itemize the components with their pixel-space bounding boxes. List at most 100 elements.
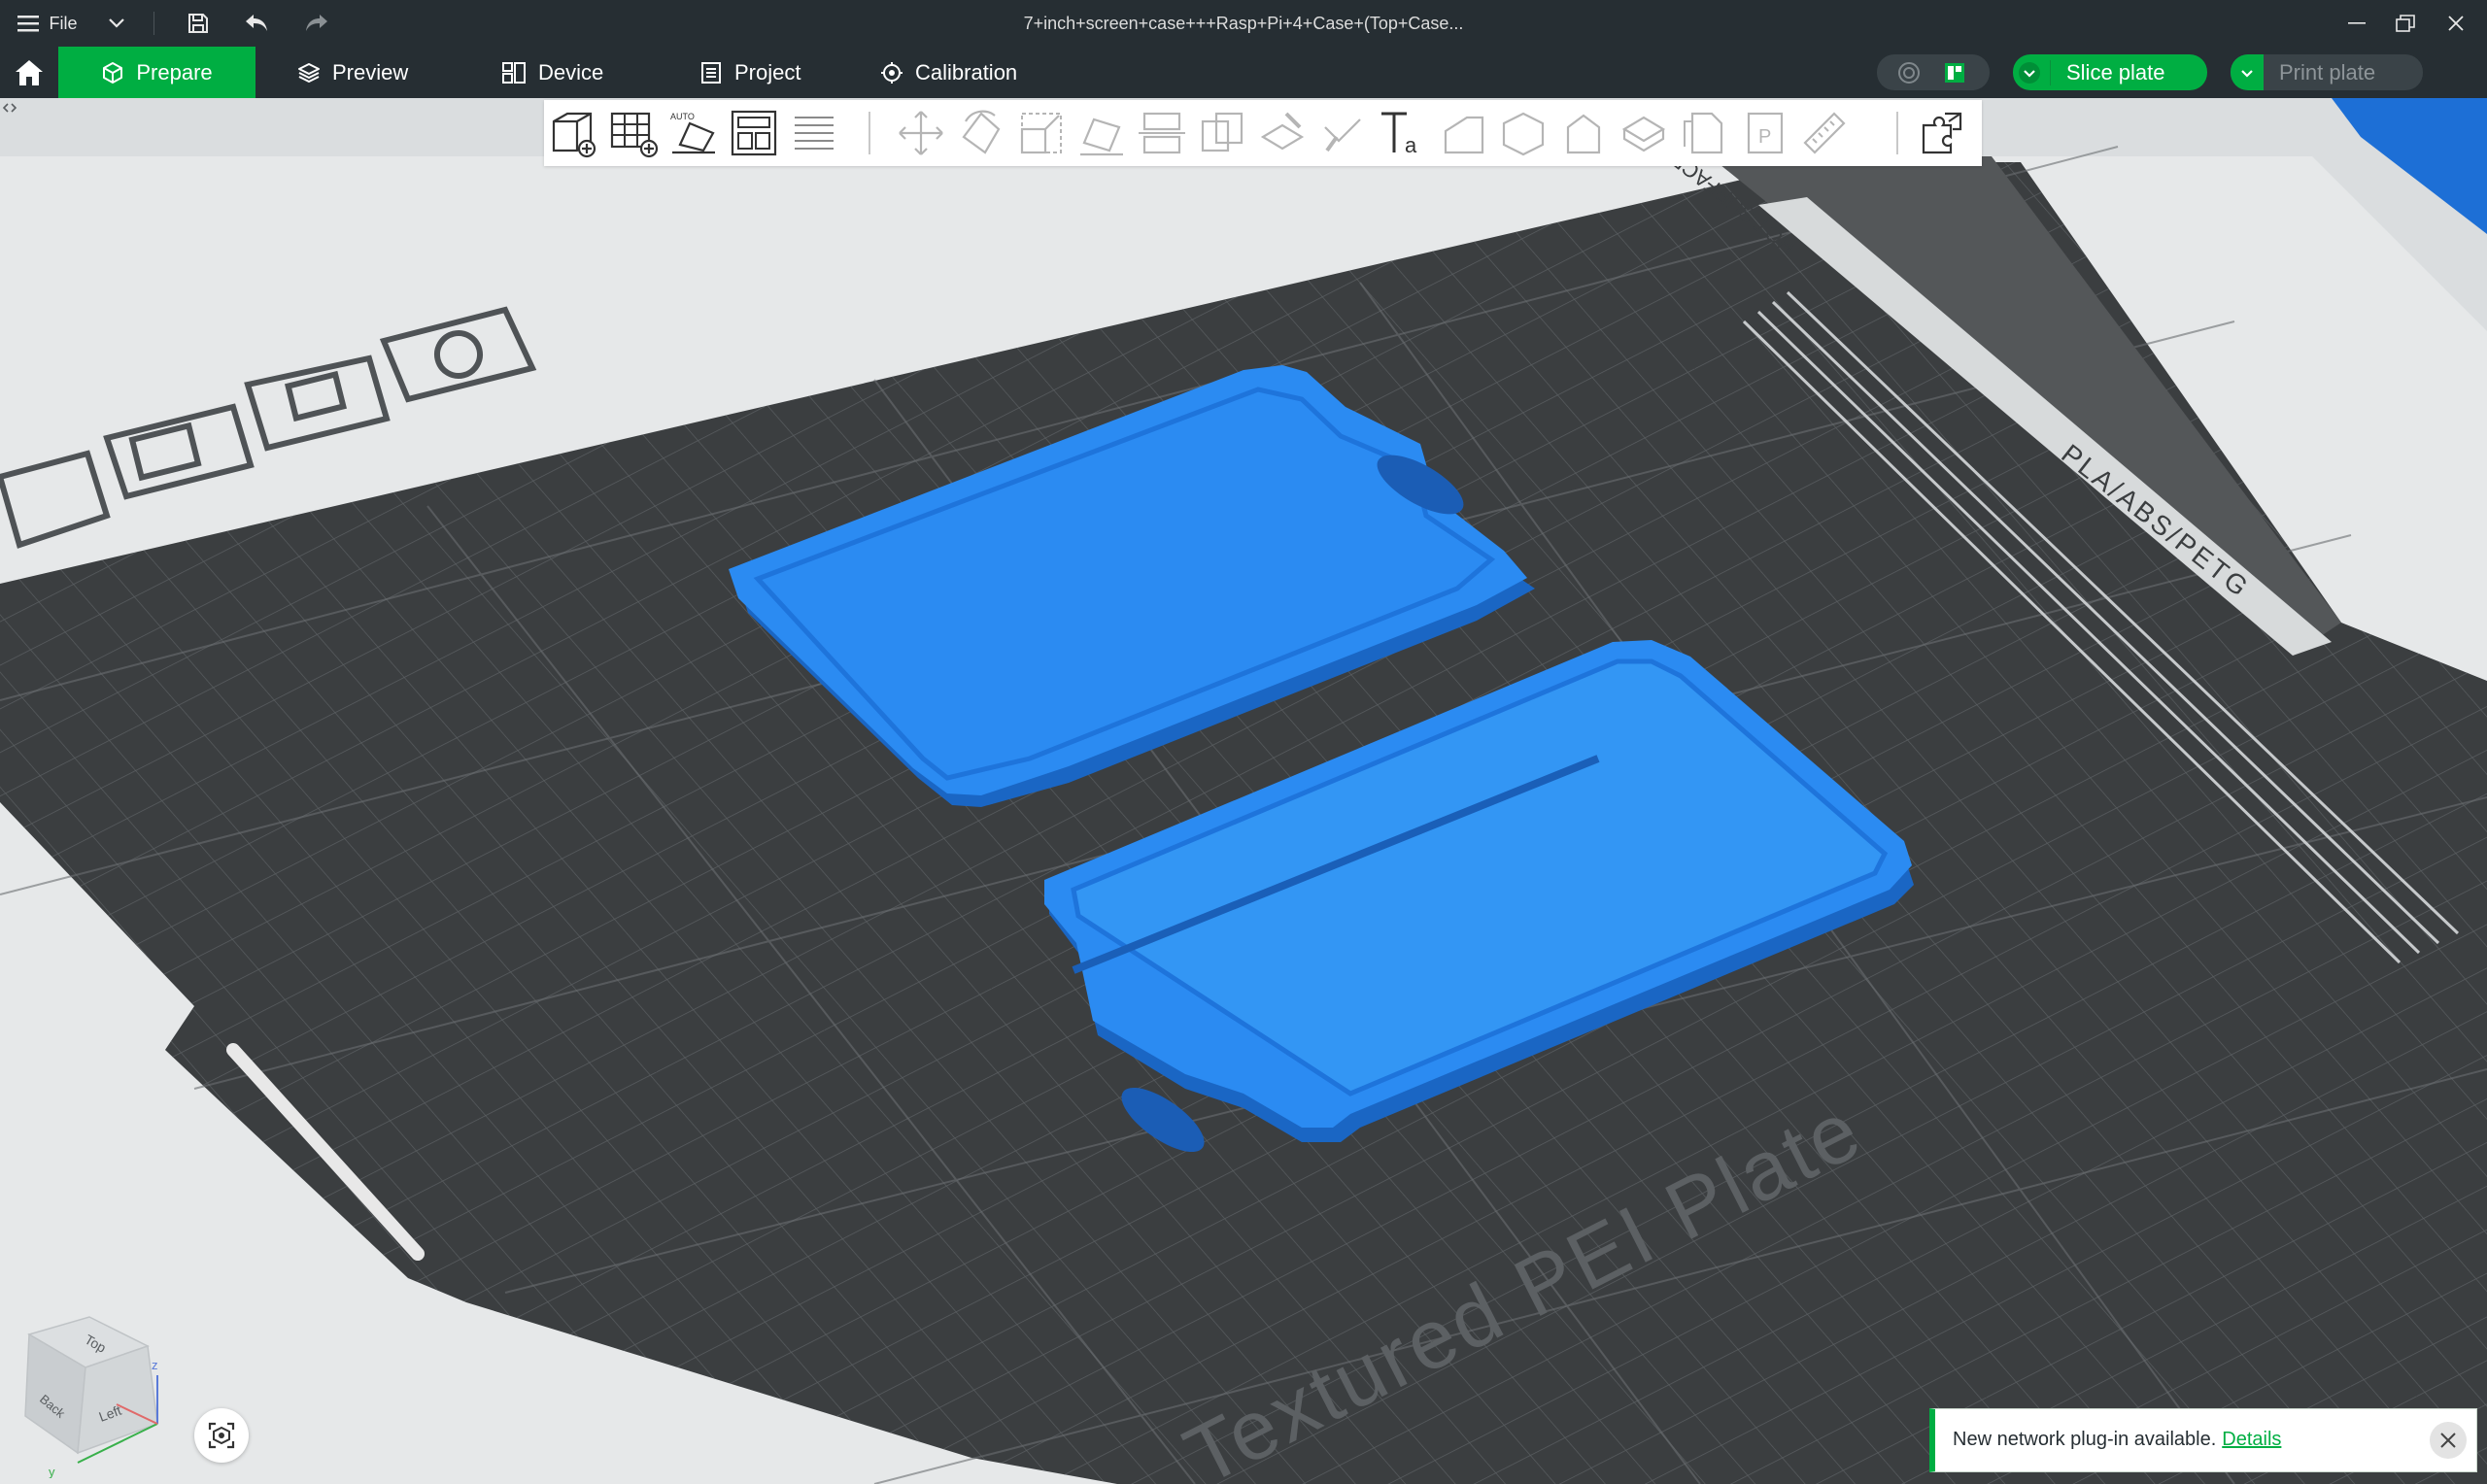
project-icon (701, 61, 721, 84)
move-tool[interactable] (894, 106, 948, 160)
add-cube-icon (552, 112, 596, 158)
tab-preview-label: Preview (332, 59, 409, 84)
variable-layer-tool[interactable] (1677, 106, 1731, 160)
arrange-tool[interactable] (727, 106, 781, 160)
ruler-tool[interactable] (1797, 106, 1852, 160)
arrange-icon (731, 110, 777, 156)
layers-icon (298, 62, 320, 83)
minimize-icon (2348, 22, 2366, 24)
close-window-button[interactable] (2435, 0, 2477, 47)
undo-icon (246, 15, 267, 31)
cube-icon (103, 61, 123, 84)
view-cube-graphic: Top Left Back z y (24, 1316, 158, 1479)
emboss-icon (1566, 114, 1601, 154)
text-icon: a (1381, 112, 1417, 157)
svg-text:a: a (1405, 133, 1417, 157)
notification-close-button[interactable] (2430, 1422, 2467, 1459)
mesh-boolean-tool[interactable] (1617, 106, 1671, 160)
tab-calibration-label: Calibration (915, 59, 1018, 84)
tab-preview[interactable]: Preview (297, 47, 408, 98)
redo-icon (306, 15, 327, 31)
tab-calibration[interactable]: Calibration (880, 47, 1017, 98)
puzzle-icon (1922, 112, 1962, 154)
axis-y-label: y (49, 1465, 55, 1478)
tab-project-label: Project (734, 59, 801, 84)
print-plate-button[interactable]: Print plate (2231, 54, 2423, 90)
split-layers-tool[interactable] (787, 106, 841, 160)
file-menu-label: File (49, 13, 78, 33)
object-toolbar: AUTO a P (544, 100, 1982, 166)
measure-tool[interactable] (1436, 106, 1490, 160)
svg-text:AUTO: AUTO (670, 112, 695, 121)
toolbar-divider (869, 112, 870, 154)
emboss-tool[interactable] (1556, 106, 1611, 160)
cut-icon (1139, 112, 1185, 154)
scale-tool[interactable] (1014, 106, 1069, 160)
tab-project[interactable]: Project (699, 47, 801, 98)
redo-button[interactable] (299, 0, 334, 47)
home-button[interactable] (0, 47, 58, 98)
sidebar-toggle-button[interactable] (2, 101, 17, 115)
seam-paint-icon (1324, 118, 1361, 152)
save-button[interactable] (181, 0, 216, 47)
reset-view-button[interactable] (194, 1408, 249, 1463)
camera-focus-icon (208, 1422, 235, 1449)
boolean-tool[interactable] (1195, 106, 1249, 160)
add-plate-tool[interactable] (606, 106, 661, 160)
hamburger-icon (17, 16, 40, 32)
seam-paint-tool[interactable] (1315, 106, 1370, 160)
file-menu-button[interactable]: File (14, 0, 82, 47)
menu-dropdown-button[interactable] (101, 0, 132, 47)
toolbar-divider (1896, 112, 1898, 154)
notification-details-link[interactable]: Details (2222, 1429, 2281, 1450)
lay-on-face-icon (1080, 118, 1123, 156)
assembly-view-tool[interactable] (1916, 106, 1970, 160)
home-icon (16, 59, 43, 85)
title-bar: File 7+inch+screen+case+++Rasp+Pi+4+Case… (0, 0, 2487, 47)
add-object-tool[interactable] (546, 106, 600, 160)
document-title: 7+inch+screen+case+++Rasp+Pi+4+Case+(Top… (1023, 14, 1464, 33)
lay-on-face-tool[interactable] (1074, 106, 1129, 160)
rotate-tool[interactable] (954, 106, 1008, 160)
mesh-icon (1621, 116, 1666, 152)
move-icon (899, 111, 943, 155)
print-dropdown[interactable] (2231, 54, 2264, 90)
support-paint-icon (1260, 112, 1305, 151)
print-plate-label: Print plate (2279, 59, 2376, 84)
restore-button[interactable] (2384, 0, 2427, 47)
calibration-icon (881, 61, 903, 84)
view-cube[interactable]: Top Left Back z y (19, 1307, 175, 1479)
assembly-icon (1502, 112, 1545, 156)
notification-toast: New network plug-in available. Details (1929, 1408, 2477, 1472)
filament-icon (1898, 61, 1920, 84)
view-mode-switch[interactable] (1877, 54, 1990, 90)
device-icon (502, 61, 526, 84)
scale-icon (1020, 113, 1062, 154)
auto-orient-tool[interactable]: AUTO (666, 106, 721, 160)
boolean-icon (1201, 112, 1244, 152)
undo-button[interactable] (239, 0, 274, 47)
layers-list-icon (795, 117, 834, 150)
plate-icon (1945, 62, 1964, 83)
close-icon (2448, 16, 2464, 31)
assembly-tool[interactable] (1496, 106, 1550, 160)
slice-plate-button[interactable]: Slice plate (2013, 54, 2207, 90)
restore-icon (2396, 15, 2415, 32)
plate-settings-icon: P (1747, 112, 1784, 154)
add-plate-icon (610, 112, 659, 158)
text-tool[interactable]: a (1376, 106, 1430, 160)
plate-settings-tool[interactable]: P (1737, 106, 1791, 160)
support-paint-tool[interactable] (1255, 106, 1310, 160)
minimize-button[interactable] (2335, 0, 2378, 47)
chevron-down-icon (109, 18, 124, 28)
main-nav-bar: Prepare Preview Device Project Calibrati… (0, 47, 2487, 98)
tab-prepare[interactable]: Prepare (58, 47, 256, 98)
tab-device[interactable]: Device (501, 47, 603, 98)
build-plate-viewport[interactable]: PLA/ABS/PETG HOT SURFACE Textured PEI Pl… (0, 98, 2487, 1484)
variable-layer-icon (1684, 112, 1723, 154)
slice-dropdown[interactable] (2013, 54, 2046, 90)
ruler-icon (1803, 112, 1846, 154)
cut-tool[interactable] (1135, 106, 1189, 160)
save-icon (188, 14, 208, 33)
slice-plate-label: Slice plate (2050, 59, 2191, 85)
